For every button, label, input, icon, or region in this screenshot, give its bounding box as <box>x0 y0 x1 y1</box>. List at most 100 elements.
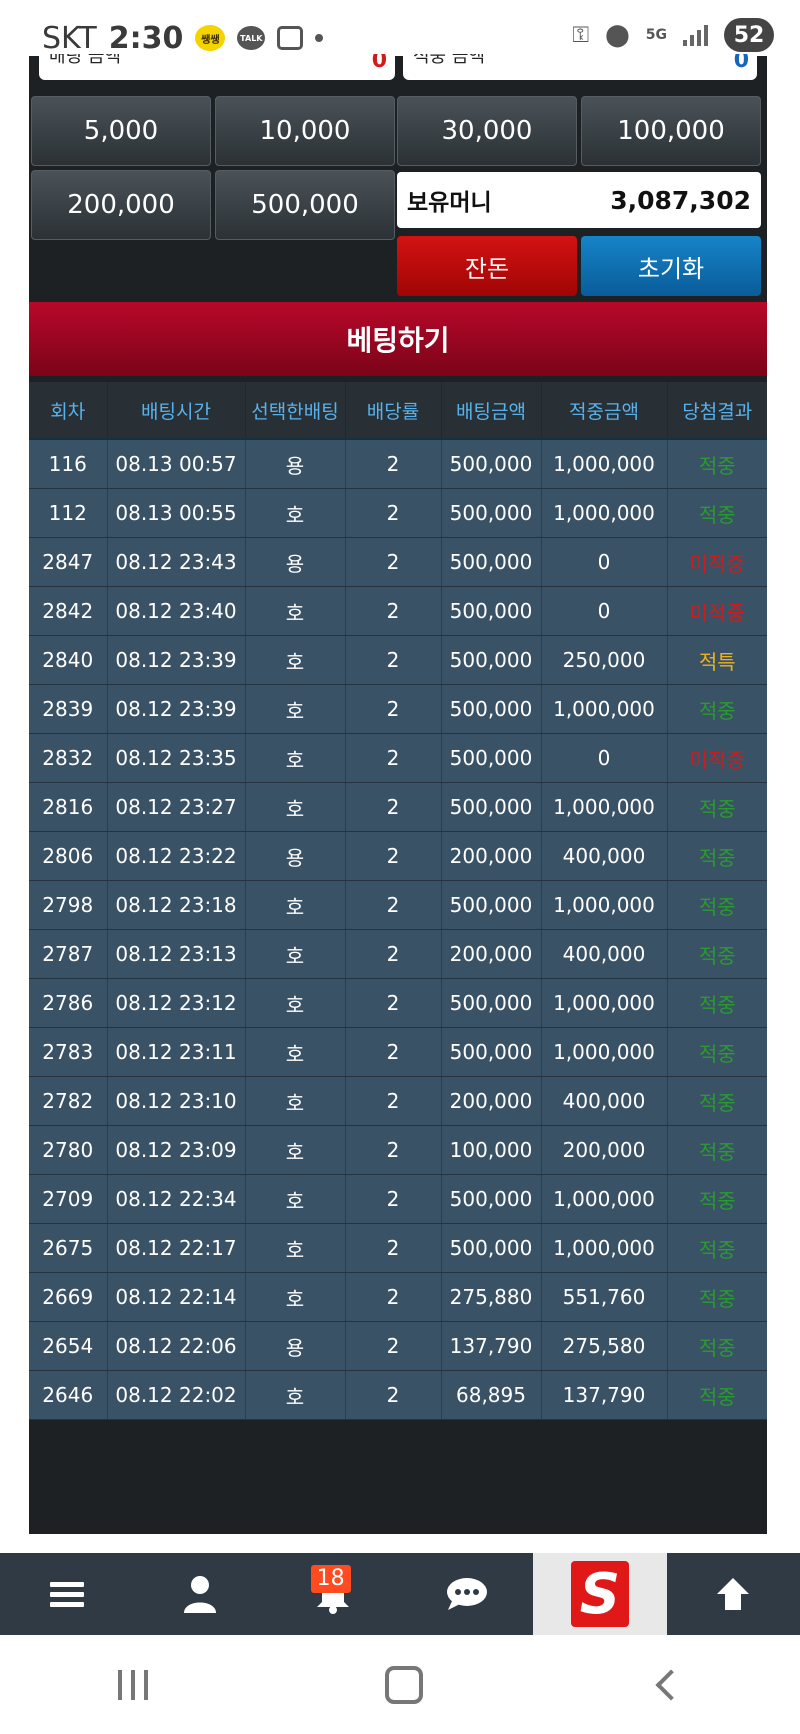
cell-selection: 호 <box>245 1125 346 1175</box>
cell-round: 2806 <box>29 831 108 881</box>
cell-round: 2669 <box>29 1272 108 1322</box>
cell-time: 08.12 23:39 <box>107 635 246 685</box>
menu-button[interactable] <box>0 1553 133 1635</box>
amount-500000-button[interactable]: 500,000 <box>215 170 395 240</box>
brand-button[interactable]: S <box>533 1553 667 1635</box>
cell-bet-amount: 68,895 <box>441 1370 542 1420</box>
cell-bet-amount: 200,000 <box>441 831 542 881</box>
cell-result: 미적중 <box>667 586 767 636</box>
bet-amount-value: 0 <box>371 54 387 73</box>
cell-result: 적중 <box>667 1076 767 1126</box>
cell-time: 08.12 23:39 <box>107 684 246 734</box>
back-icon[interactable] <box>655 1668 687 1701</box>
cell-time: 08.12 23:11 <box>107 1027 246 1077</box>
table-row: 2646 08.12 22:02 호 2 68,895 137,790 적중 <box>29 1370 767 1420</box>
key-icon: ⚿ <box>572 22 590 48</box>
cell-bet-amount: 500,000 <box>441 733 542 783</box>
cell-odds: 2 <box>345 782 442 832</box>
cell-bet-amount: 500,000 <box>441 635 542 685</box>
win-amount-field[interactable]: 적중 금액 0 <box>403 54 757 80</box>
table-row: 2816 08.12 23:27 호 2 500,000 1,000,000 적중 <box>29 782 767 832</box>
place-bet-button[interactable]: 베팅하기 <box>29 302 767 376</box>
cell-win-amount: 0 <box>541 537 668 587</box>
profile-button[interactable] <box>133 1553 266 1635</box>
cell-round: 2816 <box>29 782 108 832</box>
cell-result: 적중 <box>667 1174 767 1224</box>
cell-odds: 2 <box>345 1223 442 1273</box>
user-icon <box>183 1576 216 1613</box>
table-row: 2786 08.12 23:12 호 2 500,000 1,000,000 적중 <box>29 978 767 1028</box>
cell-time: 08.12 22:06 <box>107 1321 246 1371</box>
recent-apps-icon[interactable] <box>118 1669 149 1700</box>
kakao-icon: 쌩쌩 <box>195 25 226 51</box>
cell-bet-amount: 500,000 <box>441 488 542 538</box>
cell-round: 2675 <box>29 1223 108 1273</box>
cell-result: 적중 <box>667 684 767 734</box>
cell-round: 2798 <box>29 880 108 930</box>
screenshot-icon <box>277 26 304 50</box>
system-nav-bar <box>0 1635 800 1734</box>
cell-win-amount: 275,580 <box>541 1321 668 1371</box>
cell-odds: 2 <box>345 880 442 930</box>
col-header-win-amount: 적중금액 <box>541 382 668 440</box>
table-row: 2840 08.12 23:39 호 2 500,000 250,000 적특 <box>29 635 767 685</box>
cell-bet-amount: 500,000 <box>441 978 542 1028</box>
cell-result: 적중 <box>667 880 767 930</box>
cell-selection: 용 <box>245 439 346 489</box>
cell-round: 112 <box>29 488 108 538</box>
balance-label: 보유머니 <box>407 190 492 216</box>
cell-round: 2787 <box>29 929 108 979</box>
amount-200000-button[interactable]: 200,000 <box>31 170 211 240</box>
cell-odds: 2 <box>345 586 442 636</box>
cell-time: 08.12 23:27 <box>107 782 246 832</box>
cell-selection: 호 <box>245 586 346 636</box>
bet-amount-field[interactable]: 배팅 금액 0 <box>39 54 395 80</box>
table-row: 2709 08.12 22:34 호 2 500,000 1,000,000 적중 <box>29 1174 767 1224</box>
cell-result: 적중 <box>667 439 767 489</box>
notifications-button[interactable]: 18 <box>267 1553 400 1635</box>
table-row: 2839 08.12 23:39 호 2 500,000 1,000,000 적중 <box>29 684 767 734</box>
cell-selection: 호 <box>245 635 346 685</box>
cell-result: 적중 <box>667 978 767 1028</box>
cell-win-amount: 400,000 <box>541 929 668 979</box>
cell-win-amount: 200,000 <box>541 1125 668 1175</box>
cell-time: 08.12 23:18 <box>107 880 246 930</box>
change-button[interactable]: 잔돈 <box>397 236 577 296</box>
balance-box: 보유머니 3,087,302 <box>397 172 761 228</box>
cell-round: 2847 <box>29 537 108 587</box>
amount-30000-button[interactable]: 30,000 <box>397 96 577 166</box>
cell-selection: 호 <box>245 782 346 832</box>
amount-10000-button[interactable]: 10,000 <box>215 96 395 166</box>
cell-win-amount: 0 <box>541 733 668 783</box>
cell-time: 08.12 23:13 <box>107 929 246 979</box>
reset-button[interactable]: 초기화 <box>581 236 761 296</box>
chat-button[interactable] <box>400 1553 533 1635</box>
cell-odds: 2 <box>345 978 442 1028</box>
cell-result: 미적중 <box>667 733 767 783</box>
cell-odds: 2 <box>345 439 442 489</box>
cell-odds: 2 <box>345 733 442 783</box>
amount-100000-button[interactable]: 100,000 <box>581 96 761 166</box>
table-header-row: 회차 배팅시간 선택한배팅 배당률 배팅금액 적중금액 당첨결과 <box>29 382 767 440</box>
col-header-selection: 선택한배팅 <box>245 382 346 440</box>
cell-odds: 2 <box>345 537 442 587</box>
scroll-top-button[interactable] <box>667 1553 800 1635</box>
chat-icon <box>446 1578 487 1610</box>
cell-win-amount: 137,790 <box>541 1370 668 1420</box>
cell-odds: 2 <box>345 1076 442 1126</box>
cell-round: 2786 <box>29 978 108 1028</box>
talk-icon: TALK <box>237 26 266 50</box>
amount-5000-button[interactable]: 5,000 <box>31 96 211 166</box>
home-icon[interactable] <box>384 1665 423 1704</box>
cell-bet-amount: 500,000 <box>441 586 542 636</box>
cell-bet-amount: 500,000 <box>441 1027 542 1077</box>
cell-selection: 호 <box>245 1027 346 1077</box>
win-amount-label: 적중 금액 <box>413 54 485 67</box>
cell-time: 08.13 00:57 <box>107 439 246 489</box>
cell-win-amount: 0 <box>541 586 668 636</box>
table-row: 2842 08.12 23:40 호 2 500,000 0 미적중 <box>29 586 767 636</box>
cell-selection: 호 <box>245 1174 346 1224</box>
cell-odds: 2 <box>345 488 442 538</box>
cell-result: 적중 <box>667 488 767 538</box>
cell-round: 2782 <box>29 1076 108 1126</box>
